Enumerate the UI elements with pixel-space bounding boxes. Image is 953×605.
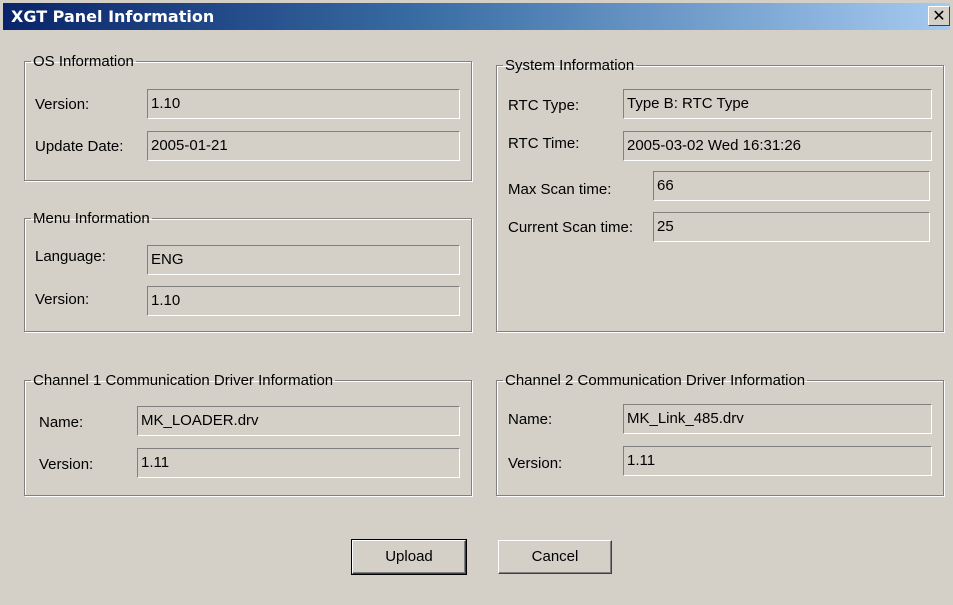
current-scan-time-field[interactable]: 25 [653, 212, 930, 242]
menu-language-label: Language: [35, 248, 106, 265]
channel2-name-field[interactable]: MK_Link_485.drv [623, 404, 932, 434]
channel1-driver-legend: Channel 1 Communication Driver Informati… [33, 372, 334, 389]
os-version-label: Version: [35, 96, 90, 113]
channel1-name-label: Name: [39, 414, 84, 431]
channel2-version-field[interactable]: 1.11 [623, 446, 932, 476]
current-scan-time-label: Current Scan time: [508, 219, 634, 236]
cancel-button[interactable]: Cancel [498, 540, 612, 574]
channel2-version-label: Version: [508, 455, 563, 472]
channel2-name-label: Name: [508, 411, 553, 428]
menu-version-field[interactable]: 1.10 [147, 286, 460, 316]
upload-button[interactable]: Upload [351, 539, 467, 575]
channel1-name-field[interactable]: MK_LOADER.drv [137, 406, 460, 436]
os-version-field[interactable]: 1.10 [147, 89, 460, 119]
os-information-legend: OS Information [33, 53, 134, 70]
channel1-version-field[interactable]: 1.11 [137, 448, 460, 478]
menu-language-field[interactable]: ENG [147, 245, 460, 275]
window-title: XGT Panel Information [11, 7, 215, 26]
channel2-driver-legend: Channel 2 Communication Driver Informati… [505, 372, 806, 389]
title-bar[interactable]: XGT Panel Information [3, 3, 950, 30]
rtc-time-label: RTC Time: [508, 135, 580, 152]
close-icon: ✕ [932, 6, 946, 25]
channel2-driver-group: Channel 2 Communication Driver Informati… [496, 372, 944, 496]
max-scan-time-field[interactable]: 66 [653, 171, 930, 201]
rtc-type-field[interactable]: Type B: RTC Type [623, 89, 932, 119]
rtc-time-field[interactable]: 2005-03-02 Wed 16:31:26 [623, 131, 932, 161]
system-information-legend: System Information [505, 57, 635, 74]
close-button[interactable]: ✕ [928, 6, 950, 26]
rtc-type-label: RTC Type: [508, 97, 580, 114]
os-update-date-label: Update Date: [35, 138, 124, 155]
os-update-date-field[interactable]: 2005-01-21 [147, 131, 460, 161]
xgt-panel-info-dialog: XGT Panel Information ✕ OS Information V… [0, 0, 953, 605]
channel1-version-label: Version: [39, 456, 94, 473]
menu-information-legend: Menu Information [33, 210, 150, 227]
max-scan-time-label: Max Scan time: [508, 181, 612, 198]
menu-version-label: Version: [35, 291, 90, 308]
